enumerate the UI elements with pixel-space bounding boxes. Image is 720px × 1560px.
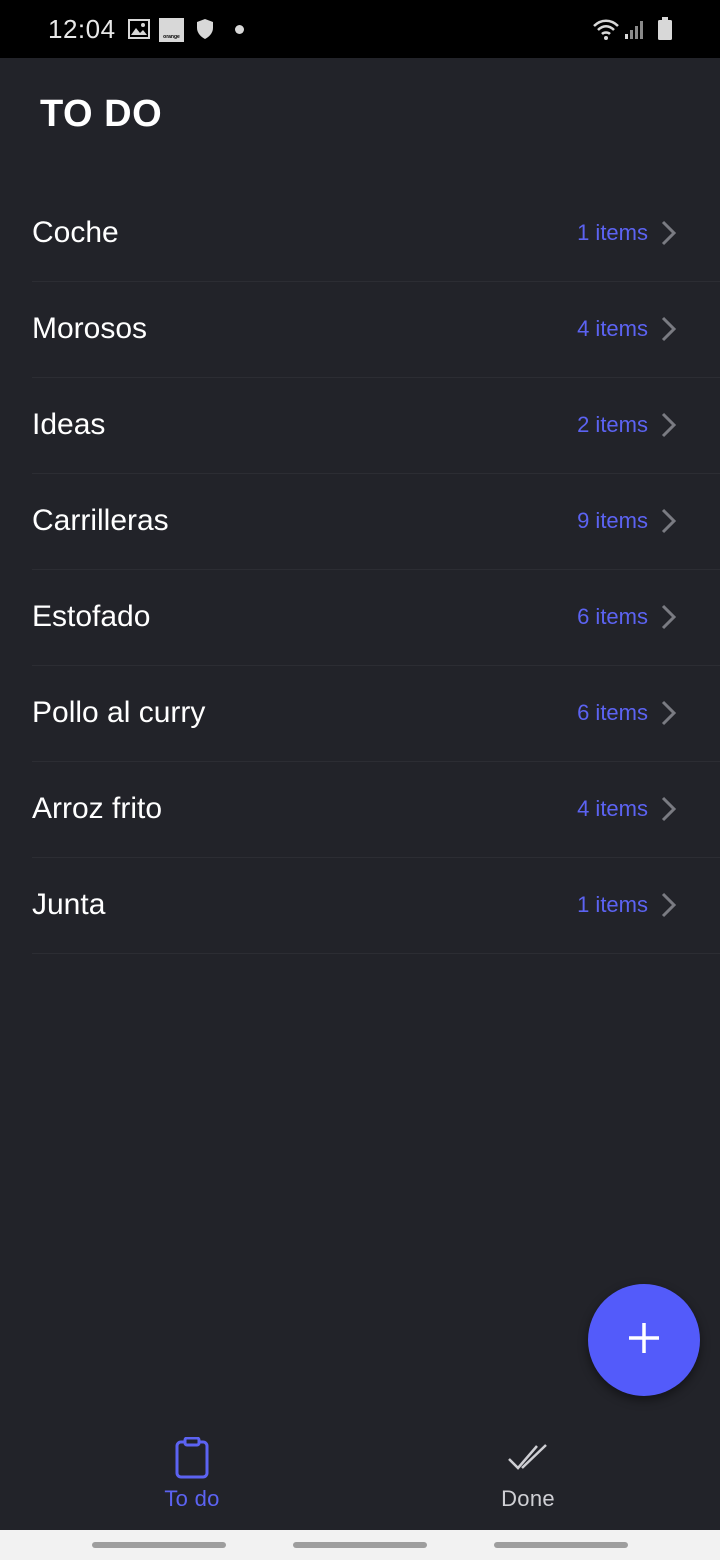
plus-icon xyxy=(627,1321,661,1360)
clipboard-icon xyxy=(175,1436,209,1480)
list-item-count: 4 items xyxy=(577,796,648,821)
wifi-icon xyxy=(592,17,620,46)
list-item-name: Pollo al curry xyxy=(32,696,206,729)
bottom-nav: To do Done xyxy=(0,1420,720,1530)
status-bar: 12:04 orange xyxy=(0,0,720,58)
list-item[interactable]: Morosos 4 items xyxy=(32,282,720,378)
list-item-count: 6 items xyxy=(577,604,648,629)
list-item-count: 1 items xyxy=(577,220,648,245)
list-item[interactable]: Estofado 6 items xyxy=(32,570,720,666)
list-item[interactable]: Junta 1 items xyxy=(32,858,720,954)
list-item-name: Morosos xyxy=(32,312,148,345)
system-home-handle[interactable] xyxy=(293,1542,427,1548)
chevron-right-icon xyxy=(656,700,680,726)
notification-dot xyxy=(235,25,244,34)
page-title: TO DO xyxy=(40,93,163,135)
list-item-name: Junta xyxy=(32,888,106,921)
list-item-name: Coche xyxy=(32,216,119,249)
list-item-count: 9 items xyxy=(577,508,648,533)
list-item-name: Estofado xyxy=(32,600,151,633)
tab-todo-label: To do xyxy=(164,1486,220,1511)
double-check-icon xyxy=(507,1436,549,1480)
tab-todo[interactable]: To do xyxy=(92,1420,292,1530)
list-item[interactable]: Coche 1 items xyxy=(32,186,720,282)
list-item[interactable]: Ideas 2 items xyxy=(32,378,720,474)
signal-icon xyxy=(624,18,646,45)
chevron-right-icon xyxy=(656,604,680,630)
orange-carrier-icon: orange xyxy=(159,18,184,42)
list-item-count: 1 items xyxy=(577,892,648,917)
chevron-right-icon xyxy=(656,508,680,534)
system-nav-bar xyxy=(0,1530,720,1560)
list-item-count: 4 items xyxy=(577,316,648,341)
todo-list: Coche 1 items Morosos 4 items Ideas 2 it… xyxy=(32,186,720,954)
chevron-right-icon xyxy=(656,412,680,438)
tab-done[interactable]: Done xyxy=(428,1420,628,1530)
list-item-count: 6 items xyxy=(577,700,648,725)
list-item[interactable]: Pollo al curry 6 items xyxy=(32,666,720,762)
list-item-name: Carrilleras xyxy=(32,504,169,537)
battery-icon xyxy=(658,17,672,46)
image-icon xyxy=(128,18,150,45)
list-item-name: Arroz frito xyxy=(32,792,163,825)
chevron-right-icon xyxy=(656,316,680,342)
chevron-right-icon xyxy=(656,220,680,246)
list-item-name: Ideas xyxy=(32,408,106,441)
chevron-right-icon xyxy=(656,892,680,918)
system-recents-handle[interactable] xyxy=(494,1542,628,1548)
list-item-count: 2 items xyxy=(577,412,648,437)
list-item[interactable]: Carrilleras 9 items xyxy=(32,474,720,570)
chevron-right-icon xyxy=(656,796,680,822)
tab-done-label: Done xyxy=(501,1486,555,1511)
list-item[interactable]: Arroz frito 4 items xyxy=(32,762,720,858)
add-list-button[interactable] xyxy=(588,1284,700,1396)
system-back-handle[interactable] xyxy=(92,1542,226,1548)
status-time: 12:04 xyxy=(48,14,116,44)
shield-icon xyxy=(196,18,214,45)
